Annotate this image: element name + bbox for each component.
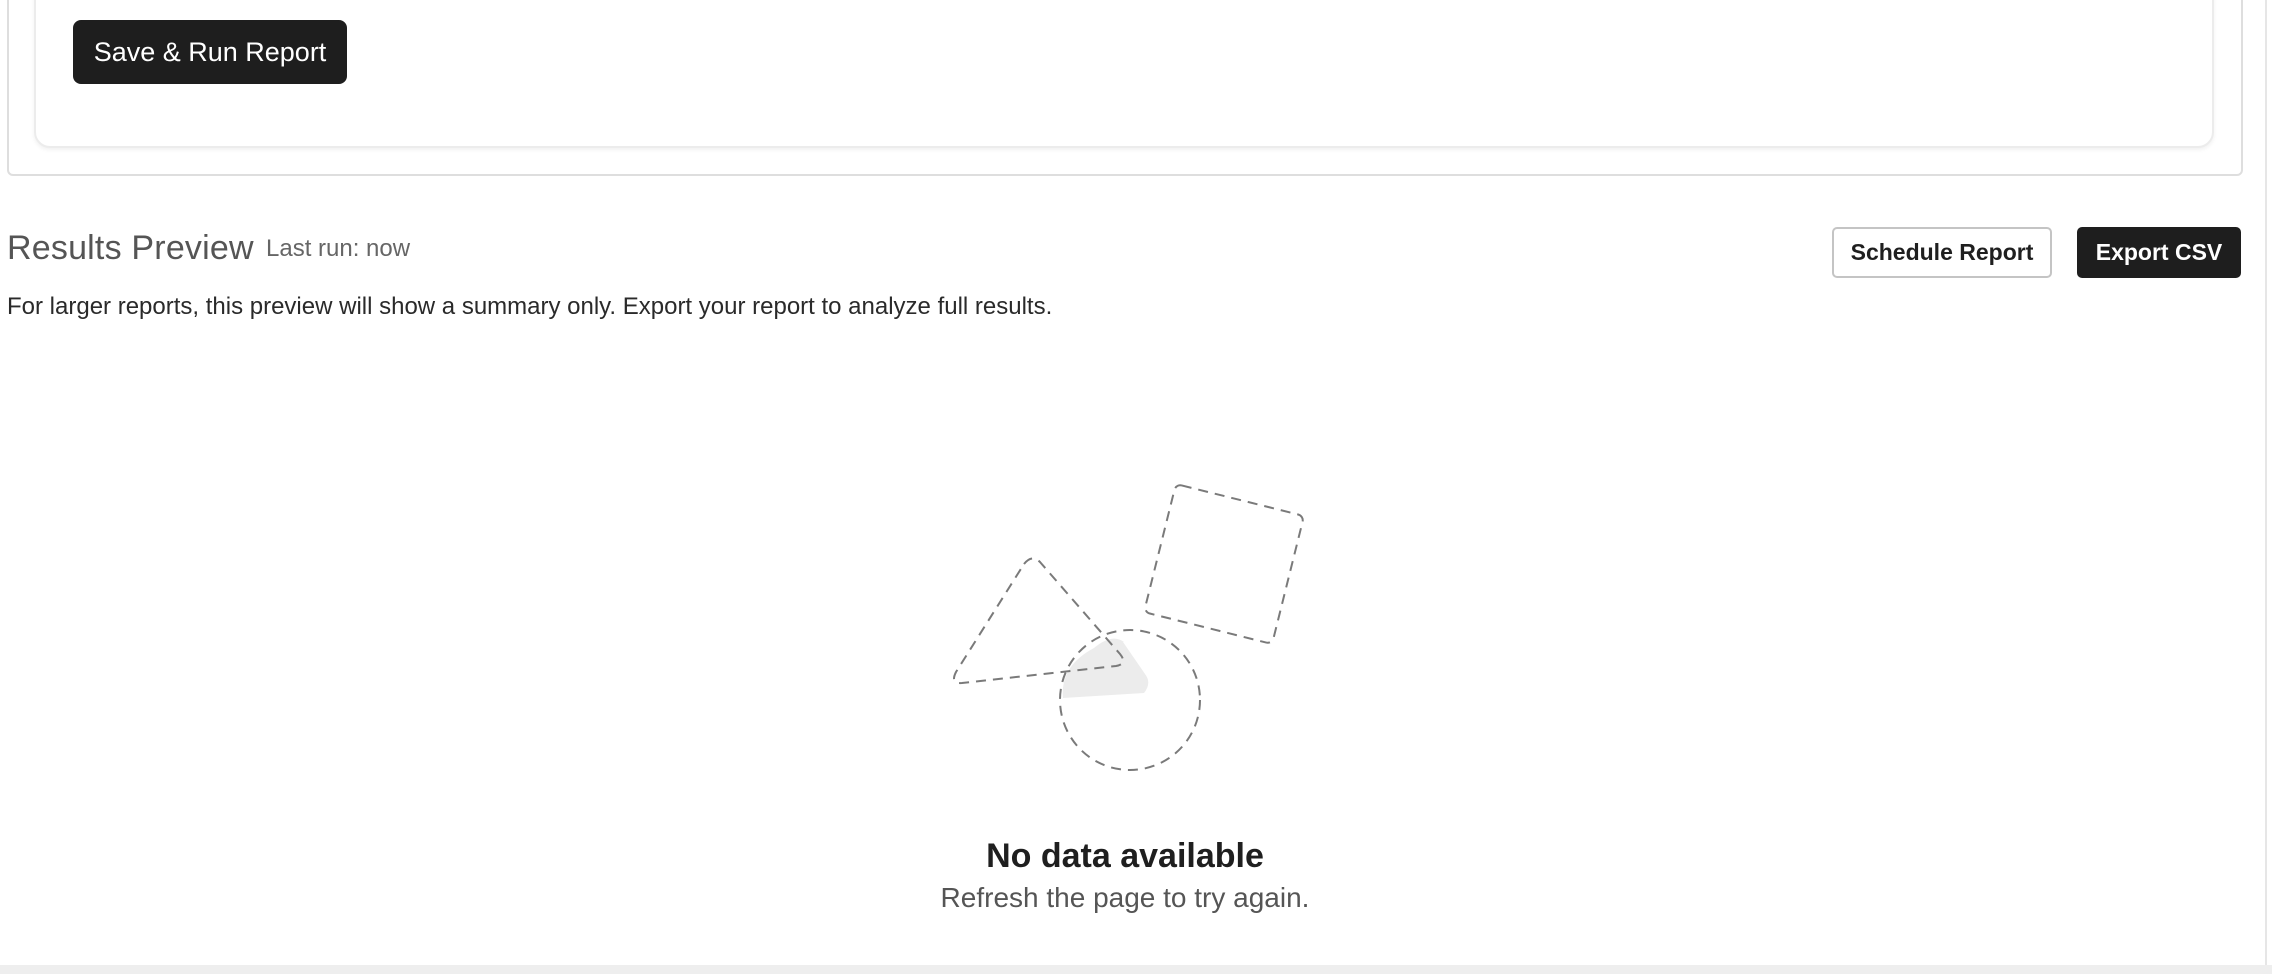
empty-shapes-icon <box>940 478 1320 778</box>
last-run-status: Last run: now <box>266 235 411 262</box>
report-page: Save & Run Report Results Preview Last r… <box>0 0 2272 974</box>
report-builder-card <box>34 0 2214 148</box>
preview-note: For larger reports, this preview will sh… <box>7 293 1053 320</box>
export-csv-button[interactable]: Export CSV <box>2077 227 2241 278</box>
empty-state-title: No data available <box>986 837 1264 875</box>
page-footer-edge <box>0 965 2272 974</box>
schedule-report-button[interactable]: Schedule Report <box>1832 227 2052 278</box>
page-scrollbar[interactable] <box>2265 0 2272 974</box>
results-preview-title: Results Preview <box>7 229 254 267</box>
save-run-report-button[interactable]: Save & Run Report <box>73 20 347 84</box>
empty-state-subtitle: Refresh the page to try again. <box>940 882 1310 913</box>
